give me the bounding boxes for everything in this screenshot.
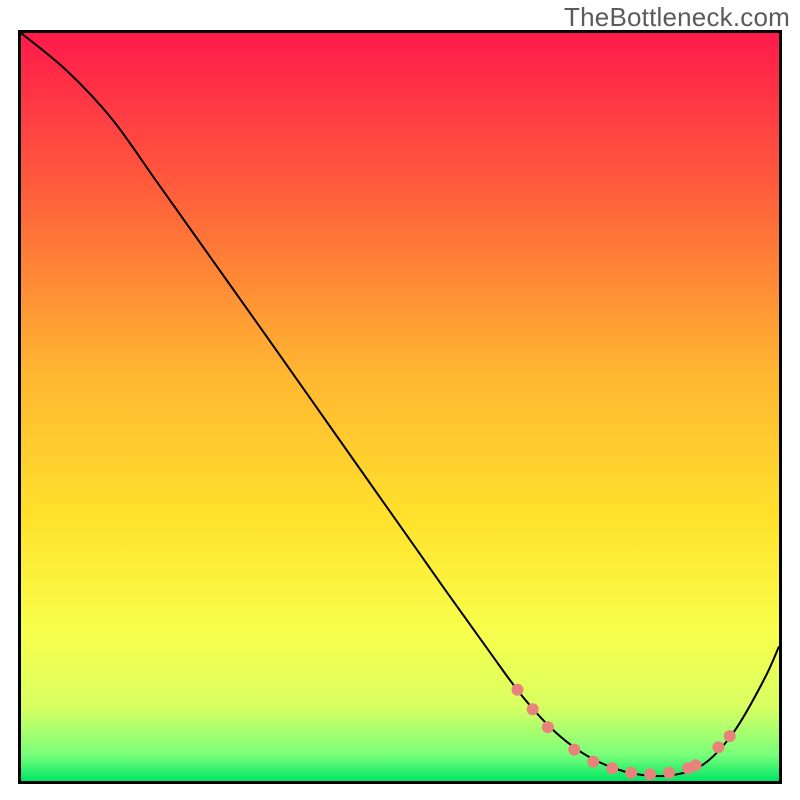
marker-dot [512,684,524,696]
marker-dot [724,730,736,742]
marker-dot [625,767,637,779]
curve-layer [21,33,779,781]
marker-dot [644,768,656,780]
marker-dot [606,762,618,774]
watermark-text: TheBottleneck.com [564,2,790,33]
marker-dot [568,744,580,756]
marker-dot [542,721,554,733]
marker-dot [663,767,675,779]
chart-frame: TheBottleneck.com [0,0,800,800]
plot-area [18,30,782,784]
bottleneck-curve [21,33,779,776]
marker-dot [690,759,702,771]
marker-dot [527,703,539,715]
marker-dot [587,756,599,768]
marker-dot [712,741,724,753]
